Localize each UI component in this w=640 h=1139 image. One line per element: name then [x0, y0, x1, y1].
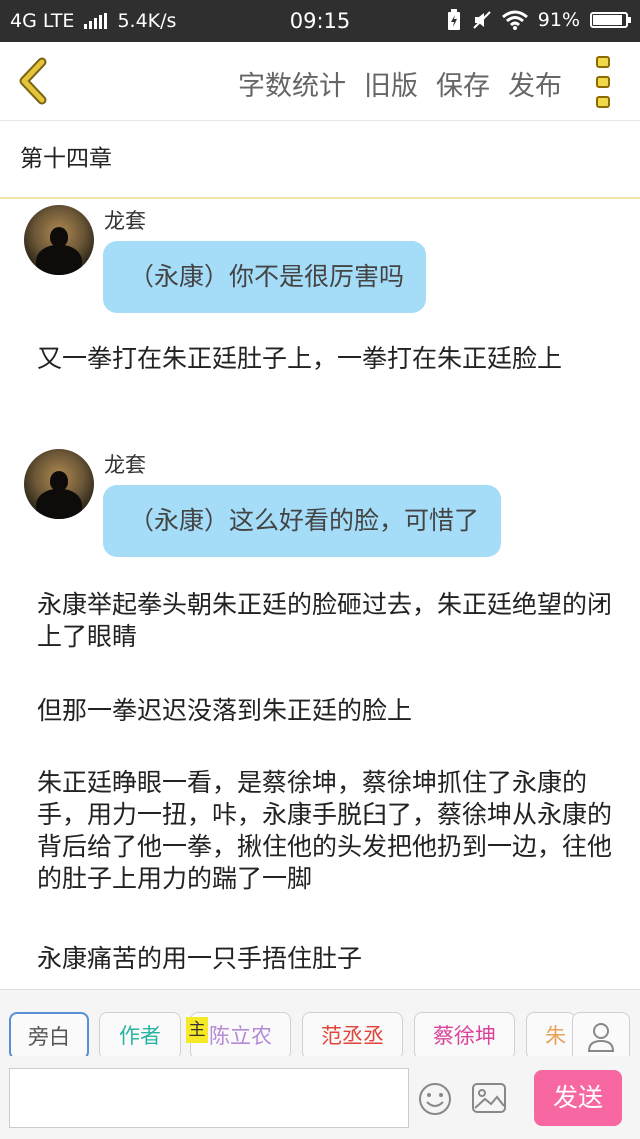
role-author[interactable]: 作者 [99, 1012, 181, 1056]
publish-button[interactable]: 发布 [508, 64, 562, 103]
narration-text[interactable]: 永康举起拳头朝朱正廷的脸砸过去，朱正廷绝望的闭上了眼睛 [37, 589, 612, 653]
narration-text[interactable]: 又一拳打在朱正廷肚子上，一拳打在朱正廷脸上 [37, 343, 612, 375]
more-menu-button[interactable] [588, 56, 618, 108]
back-button[interactable] [12, 56, 56, 106]
status-right: 91% [446, 9, 631, 31]
back-arrow-icon [19, 57, 47, 105]
smiley-icon [419, 1083, 451, 1115]
more-dot-icon [596, 56, 610, 68]
speech-bubble[interactable]: （永康）这么好看的脸，可惜了 [103, 485, 502, 557]
message-input[interactable] [9, 1068, 409, 1128]
role-cai-xukun[interactable]: 蔡徐坤 [414, 1012, 515, 1056]
role-narrator[interactable]: 旁白 [9, 1012, 89, 1056]
battery-fill [593, 15, 623, 25]
main-character-badge: 主 [186, 1017, 208, 1043]
role-fan-chengcheng[interactable]: 范丞丞 [302, 1012, 403, 1056]
nav-actions: 字数统计 旧版 保存 发布 [238, 64, 562, 103]
add-role-button[interactable] [572, 1012, 630, 1056]
sender-name: 龙套 [104, 453, 146, 477]
narration-text[interactable]: 永康痛苦的用一只手捂住肚子 [37, 943, 612, 975]
chapter-title: 第十四章 [20, 146, 112, 172]
battery-percent: 91% [537, 9, 580, 31]
sender-name: 龙套 [104, 209, 146, 233]
avatar[interactable] [24, 205, 94, 275]
person-icon [587, 1023, 615, 1052]
narration-text[interactable]: 但那一拳迟迟没落到朱正廷的脸上 [37, 695, 612, 727]
image-button[interactable] [471, 1082, 507, 1114]
bottom-toolbar: 旁白 作者 陈立农 范丞丞 蔡徐坤 朱 主 发送 [0, 989, 640, 1139]
wifi-icon [501, 10, 528, 30]
role-selector: 旁白 作者 陈立农 范丞丞 蔡徐坤 朱 主 [0, 990, 640, 1056]
old-version-button[interactable]: 旧版 [364, 64, 418, 103]
speech-bubble[interactable]: （永康）你不是很厉害吗 [103, 241, 427, 313]
more-dot-icon [596, 96, 610, 108]
battery-charging-icon [447, 9, 460, 30]
send-button[interactable]: 发送 [534, 1070, 622, 1126]
word-count-button[interactable]: 字数统计 [238, 64, 346, 103]
chapter-bar[interactable]: 第十四章 [0, 121, 640, 199]
image-icon [472, 1083, 506, 1113]
emoji-button[interactable] [418, 1082, 452, 1116]
mute-icon [473, 11, 491, 29]
status-bar: 4G LTE 5.4K/s 09:15 91% [0, 0, 640, 42]
avatar[interactable] [24, 449, 94, 519]
more-dot-icon [596, 76, 610, 88]
save-button[interactable]: 保存 [436, 64, 490, 103]
role-zhu[interactable]: 朱 [526, 1012, 576, 1056]
top-nav: 字数统计 旧版 保存 发布 [0, 42, 640, 121]
battery-icon [590, 12, 631, 28]
narration-text[interactable]: 朱正廷睁眼一看，是蔡徐坤，蔡徐坤抓住了永康的手，用力一扭，咔，永康手脱臼了，蔡徐… [37, 767, 612, 895]
story-content[interactable]: 龙套 （永康）你不是很厉害吗 又一拳打在朱正廷肚子上，一拳打在朱正廷脸上 龙套 … [0, 199, 640, 989]
